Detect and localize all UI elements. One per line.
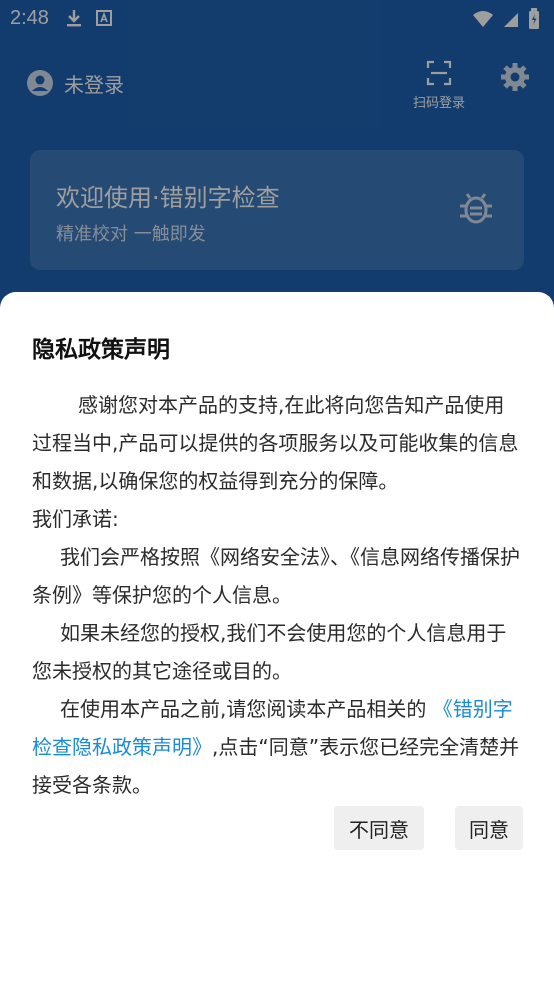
dialog-paragraph: 如果未经您的授权,我们不会使用您的个人信息用于您未授权的其它途径或目的。	[32, 621, 507, 683]
privacy-dialog: 隐私政策声明 感谢您对本产品的支持,在此将向您告知产品使用过程当中,产品可以提供…	[0, 292, 554, 984]
disagree-button[interactable]: 不同意	[334, 806, 424, 850]
dialog-paragraph: 我们会严格按照《网络安全法》、《信息网络传播保护条例》等保护您的个人信息。	[32, 545, 520, 607]
dialog-paragraph-prefix: 在使用本产品之前,请您阅读本产品相关的	[60, 697, 433, 721]
dialog-paragraph: 感谢您对本产品的支持,在此将向您告知产品使用过程当中,产品可以提供的各项服务以及…	[32, 393, 519, 493]
dialog-body: 感谢您对本产品的支持,在此将向您告知产品使用过程当中,产品可以提供的各项服务以及…	[32, 386, 524, 804]
agree-button[interactable]: 同意	[455, 806, 523, 850]
dialog-paragraph: 我们承诺:	[32, 507, 119, 531]
dialog-title: 隐私政策声明	[32, 337, 170, 363]
dialog-paragraph: 在使用本产品之前,请您阅读本产品相关的 《错别字检查隐私政策声明》,点击“同意”…	[32, 690, 524, 804]
